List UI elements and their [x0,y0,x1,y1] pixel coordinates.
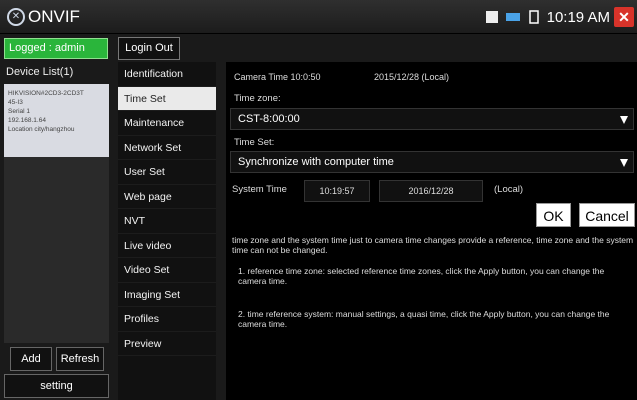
menu-item-web-page[interactable]: Web page [118,185,216,209]
add-button[interactable]: Add [10,347,52,371]
setting-button[interactable]: setting [4,374,109,398]
help-item-2: 2. time reference system: manual setting… [238,309,610,329]
menu-item-user-set[interactable]: User Set [118,160,216,185]
menu-item-identification[interactable]: Identification [118,62,216,87]
device-list-panel [4,157,109,343]
timeset-select[interactable]: Synchronize with computer time [230,151,634,173]
camera-date: 2015/12/28 (Local) [374,72,450,82]
device-model-suffix: 45-I3 [8,99,23,106]
menu-item-profiles[interactable]: Profiles [118,307,216,332]
logged-in-badge: Logged : admin [4,38,108,59]
chevron-down-icon [620,116,628,124]
timezone-value: CST-8:00:00 [238,113,300,125]
help-main: time zone and the system time just to ca… [232,235,634,255]
ok-button[interactable]: OK [536,203,571,227]
timezone-label: Time zone: [234,93,281,104]
camera-time-row: Camera Time 10:0:50 2015/12/28 (Local) [234,72,449,82]
menu-item-imaging-set[interactable]: Imaging Set [118,283,216,307]
local-label: (Local) [494,184,524,195]
menu-item-maintenance[interactable]: Maintenance [118,111,216,136]
close-icon[interactable]: ✕ [614,7,634,27]
timezone-select[interactable]: CST-8:00:00 [230,108,634,130]
system-time-label: System Time [232,184,287,195]
menu-item-network-set[interactable]: Network Set [118,136,216,160]
menu-item-video-set[interactable]: Video Set [118,258,216,283]
title-bar: ✕ ONVIF 10:19 AM ✕ [0,0,637,34]
chevron-down-icon [620,159,628,167]
system-date-field[interactable]: 2016/12/28 [379,180,483,202]
menu-section-nvt: NVT [118,209,216,234]
sd-card-icon [485,11,498,23]
menu-item-live-video[interactable]: Live video [118,234,216,258]
onvif-logo-icon: ✕ [7,8,25,26]
timeset-value: Synchronize with computer time [238,156,394,168]
device-list-title: Device List(1) [6,66,74,78]
app-title: ONVIF [28,7,80,26]
timeset-label: Time Set: [234,137,275,148]
time-set-panel: Camera Time 10:0:50 2015/12/28 (Local) T… [226,62,637,400]
battery-icon [528,10,539,24]
settings-menu: Identification Time Set Maintenance Netw… [118,62,216,400]
device-ip: 192.168.1.64 [8,117,46,124]
status-area: 10:19 AM ✕ [484,0,637,34]
clock: 10:19 AM [546,8,610,26]
device-card[interactable]: HIKVISION#2CD3-2CD3T 45-I3 Serial 1 192.… [4,84,109,157]
menu-item-time-set[interactable]: Time Set [118,86,216,111]
system-time-field[interactable]: 10:19:57 [304,180,370,202]
refresh-button[interactable]: Refresh [56,347,104,371]
device-model: HIKVISION#2CD3-2CD3T [8,90,84,97]
login-out-button[interactable]: Login Out [118,37,180,60]
menu-item-preview[interactable]: Preview [118,332,216,356]
network-icon [505,13,520,21]
help-item-1: 1. reference time zone: selected referen… [238,266,605,286]
cancel-button[interactable]: Cancel [579,203,635,227]
device-location: Location city/hangzhou [8,126,75,133]
device-serial: Serial 1 [8,108,31,115]
camera-time-label: Camera Time 10:0:50 [234,72,321,82]
